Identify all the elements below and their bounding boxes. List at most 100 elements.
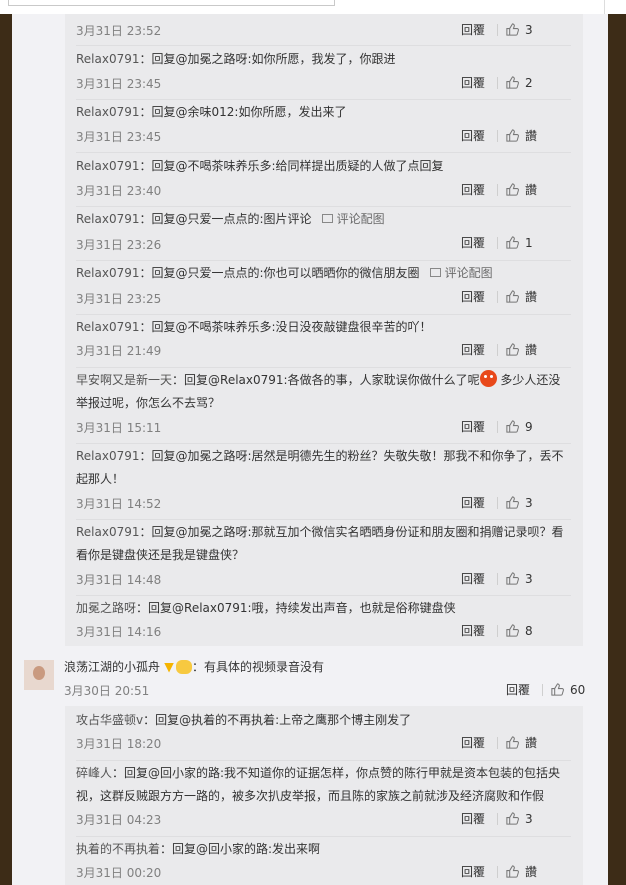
reply-button[interactable]: 回覆	[461, 623, 485, 639]
reply-time: 3月31日 18:20	[76, 737, 162, 751]
thumb-up-icon[interactable]	[505, 864, 520, 879]
reply-button[interactable]: 回覆	[461, 128, 485, 144]
thumb-up-icon[interactable]	[505, 735, 520, 750]
thumb-up-icon[interactable]	[505, 182, 520, 197]
reply-time: 3月31日 23:45	[76, 77, 162, 91]
thumb-up-icon[interactable]	[550, 682, 565, 697]
divider	[497, 344, 498, 356]
thumb-up-icon[interactable]	[505, 289, 520, 304]
divider	[497, 237, 498, 249]
user-link[interactable]: Relax0791	[76, 266, 140, 280]
user-link[interactable]: 攻占华盛顿v	[76, 713, 143, 727]
user-link[interactable]: 加冕之路呀	[76, 601, 136, 615]
reply-button[interactable]: 回覆	[506, 682, 530, 698]
divider	[497, 497, 498, 509]
thumb-up-icon[interactable]	[505, 235, 520, 250]
reply-actions: 回覆 讚	[461, 342, 571, 358]
reply-button[interactable]: 回覆	[461, 419, 485, 435]
user-link[interactable]: 执着的不再执着	[76, 842, 160, 856]
list-item: Relax0791：回复@只爱一点点的:你也可以晒晒你的微信朋友圈 评论配图 3月…	[76, 262, 571, 315]
top-bar	[0, 0, 626, 14]
user-link[interactable]: Relax0791	[76, 212, 140, 226]
like-count: 2	[525, 76, 533, 90]
reply-text: Relax0791：回复@余味012:如你所愿，发出来了	[76, 101, 571, 124]
reply-body: ：回复@余味012:如你所愿，发出来了	[139, 105, 347, 119]
search-input[interactable]	[8, 0, 335, 6]
thumb-up-icon[interactable]	[505, 342, 520, 357]
user-link[interactable]: 浪荡江湖的小孤舟	[64, 660, 160, 674]
divider	[76, 443, 571, 444]
member-badge-icon	[176, 659, 193, 674]
reply-time: 3月31日 15:11	[76, 421, 162, 435]
user-link[interactable]: Relax0791	[76, 105, 140, 119]
angry-emoji-icon	[479, 370, 497, 387]
user-link[interactable]: 碎峰人	[76, 766, 112, 780]
list-item: 碎峰人：回复@回小家的路:我不知道你的证据怎样，你点赞的陈行甲就是资本包装的包括…	[76, 762, 571, 837]
reply-text: Relax0791：回复@不喝茶味养乐多:没日没夜敲键盘很辛苦的吖！	[76, 316, 571, 339]
top-right-button[interactable]	[604, 0, 626, 14]
reply-time: 3月31日 23:26	[76, 238, 162, 252]
list-item: Relax0791：回复@不喝茶味养乐多:没日没夜敲键盘很辛苦的吖！ 3月31日…	[76, 316, 571, 368]
divider	[76, 260, 571, 261]
reply-button[interactable]: 回覆	[461, 75, 485, 91]
reply-body: ：回复@只爱一点点的:你也可以晒晒你的微信朋友圈	[139, 266, 420, 280]
like-count: 讚	[525, 865, 538, 879]
reply-time: 3月31日 23:25	[76, 292, 162, 306]
divider	[497, 24, 498, 36]
thumb-up-icon[interactable]	[505, 623, 520, 638]
reply-body: ：回复@执着的不再执着:上帝之鹰那个博主刚发了	[143, 713, 412, 727]
reply-body: ：回复@回小家的路:发出来啊	[160, 842, 321, 856]
list-item: Relax0791：回复@余味012:如你所愿，发出来了 3月31日 23:45…	[76, 101, 571, 153]
reply-button[interactable]: 回覆	[461, 289, 485, 305]
thumb-up-icon[interactable]	[505, 22, 520, 37]
reply-button[interactable]: 回覆	[461, 811, 485, 827]
reply-button[interactable]: 回覆	[461, 182, 485, 198]
user-link[interactable]: Relax0791	[76, 159, 140, 173]
reply-button[interactable]: 回覆	[461, 571, 485, 587]
reply-button[interactable]: 回覆	[461, 235, 485, 251]
divider	[497, 625, 498, 637]
avatar[interactable]	[24, 660, 54, 690]
divider	[497, 737, 498, 749]
reply-body: ：回复@加冕之路呀:居然是明德先生的粉丝？失敬失敬！那我不和你争了，丢不起那人！	[76, 449, 564, 486]
reply-body: ：回复@不喝茶味养乐多:给同样提出质疑的人做了点回复	[139, 159, 444, 173]
reply-actions: 回覆 讚	[461, 735, 571, 751]
user-link[interactable]: Relax0791	[76, 449, 140, 463]
reply-button[interactable]: 回覆	[461, 864, 485, 880]
like-count: 讚	[525, 736, 538, 750]
user-link[interactable]: 早安啊又是新一天	[76, 373, 172, 387]
divider	[76, 760, 571, 761]
comment-image-link[interactable]: 评论配图	[429, 266, 493, 280]
thumb-up-icon[interactable]	[505, 128, 520, 143]
divider	[497, 573, 498, 585]
reply-body: ：回复@加冕之路呀:那就互加个微信实名晒晒身份证和朋友圈和捐赠记录呗？看看你是键…	[76, 525, 564, 562]
list-item: Relax0791：回复@只爱一点点的:图片评论 评论配图 3月31日 23:26…	[76, 208, 571, 261]
reply-button[interactable]: 回覆	[461, 22, 485, 38]
reply-actions: 回覆 讚	[461, 182, 571, 198]
thumb-up-icon[interactable]	[505, 571, 520, 586]
list-item: 加冕之路呀：回复@Relax0791:哦，持续发出声音，也就是俗称键盘侠 3月3…	[76, 597, 571, 645]
like-count: 讚	[525, 343, 538, 357]
user-link[interactable]: Relax0791	[76, 320, 140, 334]
reply-button[interactable]: 回覆	[461, 735, 485, 751]
thumb-up-icon[interactable]	[505, 75, 520, 90]
reply-button[interactable]: 回覆	[461, 495, 485, 511]
comment-image-link[interactable]: 评论配图	[321, 212, 385, 226]
reply-time: 3月31日 23:45	[76, 130, 162, 144]
reply-body: ：回复@只爱一点点的:图片评论	[139, 212, 312, 226]
thumb-up-icon[interactable]	[505, 811, 520, 826]
reply-time: 3月31日 04:23	[76, 813, 162, 827]
reply-actions: 回覆 3	[461, 495, 571, 511]
reply-actions: 回覆 9	[461, 419, 571, 435]
reply-button[interactable]: 回覆	[461, 342, 485, 358]
thumb-up-icon[interactable]	[505, 419, 520, 434]
divider	[76, 206, 571, 207]
comment-image-label: 评论配图	[444, 266, 493, 280]
thumb-up-icon[interactable]	[505, 495, 520, 510]
like-count: 1	[525, 236, 533, 250]
reply-actions: 回覆 2	[461, 75, 571, 91]
user-link[interactable]: Relax0791	[76, 52, 140, 66]
divider	[497, 421, 498, 433]
user-link[interactable]: Relax0791	[76, 525, 140, 539]
reply-text: Relax0791：回复@只爱一点点的:你也可以晒晒你的微信朋友圈 评论配图	[76, 262, 571, 285]
